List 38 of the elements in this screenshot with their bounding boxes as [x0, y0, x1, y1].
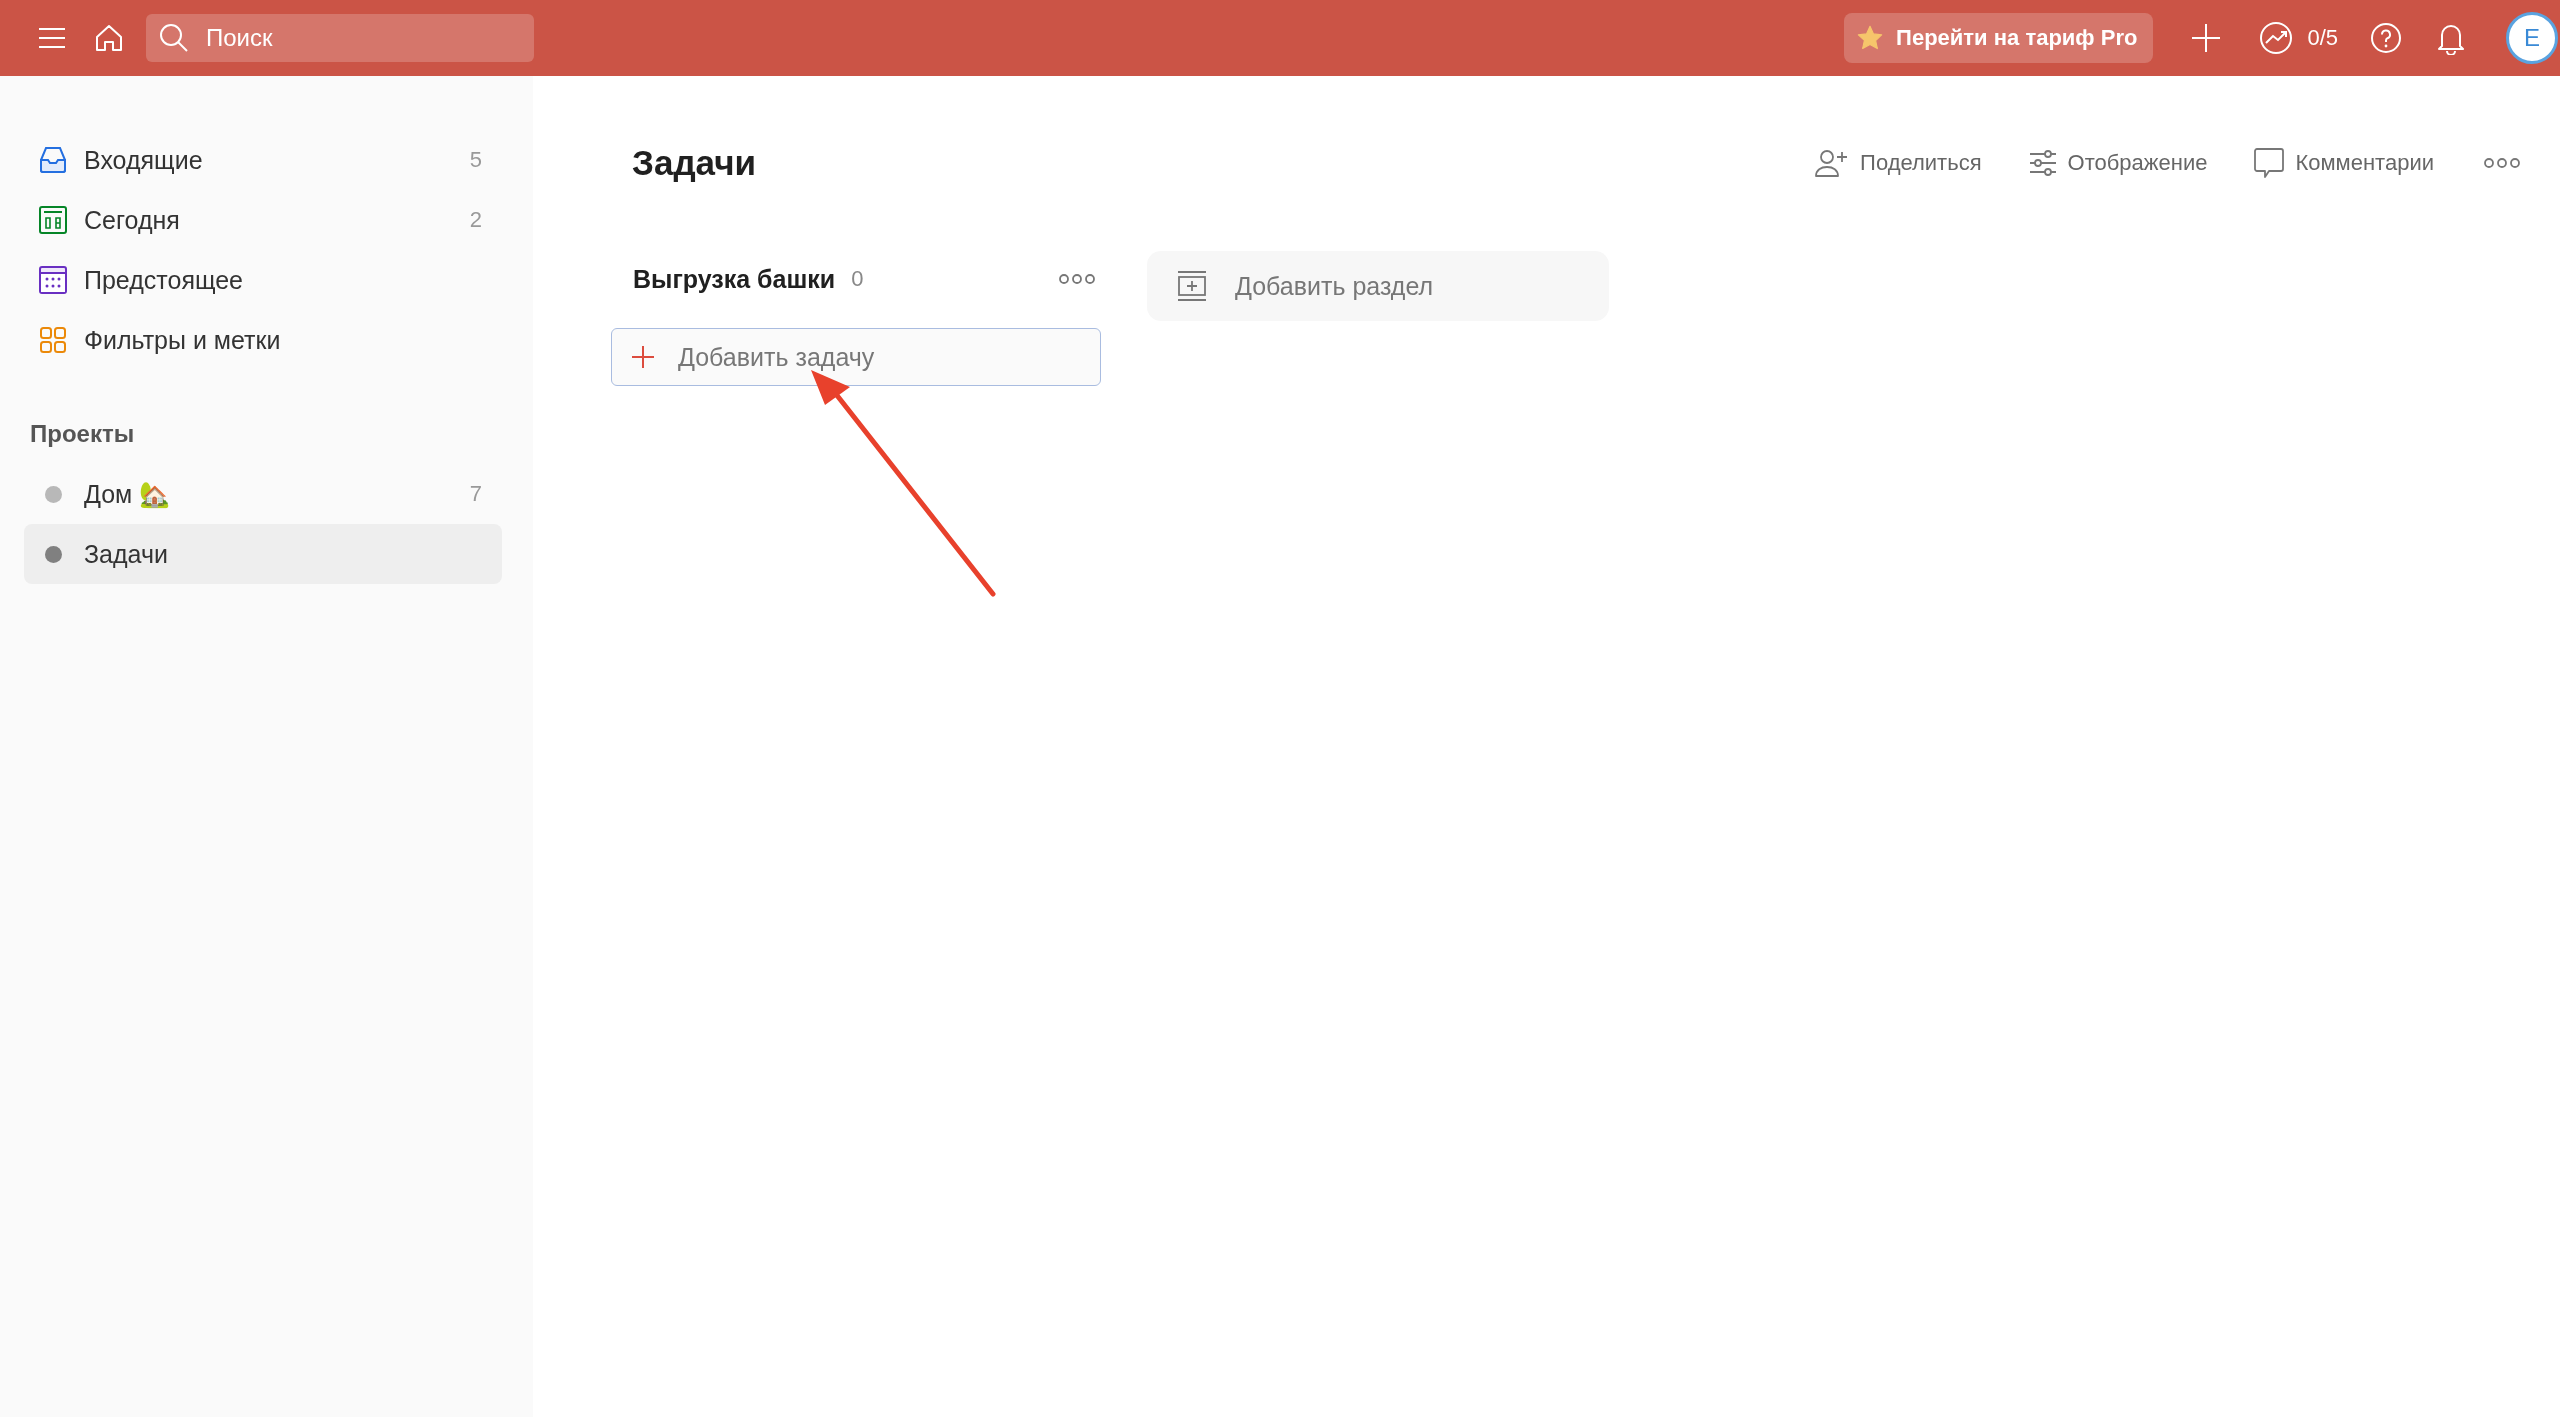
section-count: 0 — [851, 266, 864, 292]
item-count: 2 — [469, 207, 482, 233]
item-count: 7 — [469, 481, 482, 507]
sidebar-item[interactable]: Предстоящее — [24, 250, 502, 310]
header-action[interactable]: Отображение — [2027, 148, 2208, 178]
avatar[interactable]: E — [2506, 12, 2558, 64]
menu-icon[interactable] — [38, 27, 66, 49]
add-icon[interactable] — [2191, 23, 2222, 53]
page-title: Задачи — [632, 143, 758, 183]
header-action[interactable]: Поделиться — [1814, 148, 1982, 178]
upgrade-button[interactable]: Перейти на тариф Pro — [1844, 13, 2154, 63]
help-icon[interactable] — [2370, 22, 2402, 54]
header-action[interactable]: Комментарии — [2253, 147, 2434, 179]
sliders-icon — [2027, 148, 2058, 178]
grid-icon — [38, 325, 68, 355]
sidebar-item[interactable]: Сегодня 2 — [24, 190, 502, 250]
add-section-icon — [1177, 270, 1207, 302]
comment-icon — [2253, 147, 2286, 179]
sidebar-item[interactable]: Фильтры и метки — [24, 310, 502, 370]
item-count: 5 — [469, 147, 482, 173]
project-item[interactable]: Дом 🏡 7 — [24, 464, 502, 524]
home-icon[interactable] — [94, 23, 124, 53]
calendar-day-icon — [38, 205, 68, 235]
sidebar-item[interactable]: Входящие 5 — [24, 130, 502, 190]
projects-heading: Проекты — [30, 420, 136, 448]
more-icon[interactable] — [2484, 157, 2520, 169]
plus-icon — [632, 346, 654, 368]
add-task-button[interactable]: Добавить задачу — [611, 328, 1101, 386]
section-title: Выгрузка башки — [633, 264, 836, 294]
add-section-button[interactable]: Добавить раздел — [1147, 251, 1609, 321]
productivity-counter: 0/5 — [2307, 25, 2338, 51]
more-icon[interactable] — [1059, 273, 1095, 285]
calendar-grid-icon — [38, 265, 68, 295]
search-icon — [158, 22, 190, 54]
star-icon — [1856, 24, 1885, 52]
trend-chart-icon[interactable] — [2259, 21, 2294, 55]
inbox-tray-icon — [38, 145, 68, 175]
project-item[interactable]: Задачи — [24, 524, 502, 584]
